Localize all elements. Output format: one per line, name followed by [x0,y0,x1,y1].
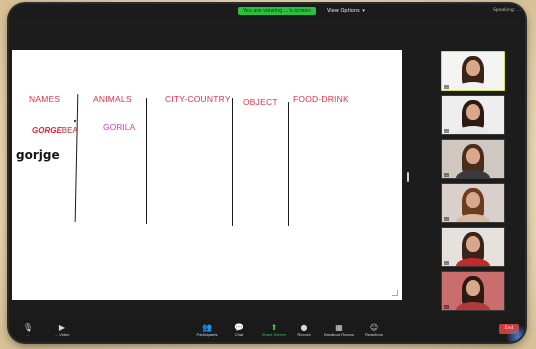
video-label: ... Video [54,332,70,337]
participant-name: ... [444,305,449,309]
share-screen-button[interactable]: ⬆ Share Screen [259,323,289,338]
header-city-country: CITY-COUNTRY [165,94,231,104]
chat-button[interactable]: 💬 Chat [229,323,249,338]
shared-whiteboard[interactable]: NAMES ANIMALS CITY-COUNTRY OBJECT FOOD-D… [12,50,402,300]
participant-video-tile[interactable]: ... [441,139,505,179]
reactions-button[interactable]: ☺ Reactions [361,323,387,338]
participant-shoulders [456,214,490,222]
chat-label: Chat [234,332,244,337]
participant-face [466,235,480,252]
chat-icon: 💬 [234,323,244,332]
participants-label: Participants [196,332,218,337]
participant-shoulders [456,170,490,178]
chevron-down-icon: ▾ [362,8,365,14]
speaking-indicator: Speaking: ... [492,8,521,13]
breakout-rooms-button[interactable]: ▦ Breakout Rooms [321,323,357,338]
column-divider-2 [146,98,148,224]
meeting-toolbar: 🎙 ... ▶ ... Video 👥 Participants 💬 Chat … [9,320,525,342]
screen-share-banner[interactable]: You are viewing ...'s screen [238,7,316,15]
participant-face [466,191,480,208]
participant-video-tile[interactable]: ... [441,227,505,267]
participant-face [466,147,480,164]
participant-name: ... [444,85,449,89]
entry-name-red-main: GORGE [32,126,62,135]
column-divider-1 [74,93,79,223]
header-animals: ANIMALS [93,94,132,104]
reactions-icon: ☺ [369,323,379,332]
gallery-collapse-handle[interactable] [407,172,409,182]
participant-face [466,279,480,296]
entry-animal-pink: GORILA [103,122,136,132]
column-divider-3 [232,98,234,226]
zoom-window: You are viewing ...'s screen View Option… [9,4,525,342]
participant-shoulders [456,258,490,266]
participant-video-tile[interactable]: ... [441,271,505,311]
participant-shoulders [456,82,490,90]
reactions-label: Reactions [365,332,383,337]
top-bar: You are viewing ...'s screen View Option… [9,4,525,18]
video-camera-icon: ▶ [58,323,66,332]
participant-face [466,59,480,76]
view-options-label: View Options [327,8,360,14]
participant-shoulders [456,302,490,310]
participant-name: ... [444,173,449,177]
participant-video-tile[interactable]: ... [441,95,505,135]
header-names: NAMES [29,94,61,104]
resize-handle[interactable] [392,290,398,296]
participant-name: ... [444,261,449,265]
header-object: OBJECT [243,97,278,107]
header-food-drink: FOOD-DRINK [293,94,349,104]
participant-shoulders [456,126,490,134]
participant-video-tile[interactable]: ... [441,183,505,223]
column-divider-4 [288,102,290,226]
record-icon: ● [300,323,308,332]
participants-icon: 👥 [202,323,212,332]
record-button[interactable]: ● Record [293,323,315,338]
breakout-rooms-icon: ▦ [335,323,343,332]
mute-label: ... [26,332,30,337]
video-gallery: .................. [441,51,507,315]
mute-button[interactable]: 🎙 ... [17,323,39,338]
participant-name: ... [444,217,449,221]
participant-name: ... [444,129,449,133]
entry-name-red-tail: BEA [61,126,78,135]
participant-video-tile[interactable]: ... [441,51,505,91]
view-options-button[interactable]: View Options ▾ [327,7,365,15]
breakout-rooms-label: Breakout Rooms [324,332,354,337]
pen-dot [74,120,76,122]
video-button[interactable]: ▶ ... Video [45,323,79,338]
share-screen-label: Share Screen [261,332,287,337]
participant-face [466,103,480,120]
corner-glow [505,326,525,342]
participants-button[interactable]: 👥 Participants [193,323,221,338]
share-screen-icon: ⬆ [270,323,278,332]
record-label: Record [297,332,311,337]
microphone-icon: 🎙 [22,323,34,332]
entry-handwritten: gorjge [16,148,60,162]
entry-name-red: GORGEBEA [32,126,78,135]
